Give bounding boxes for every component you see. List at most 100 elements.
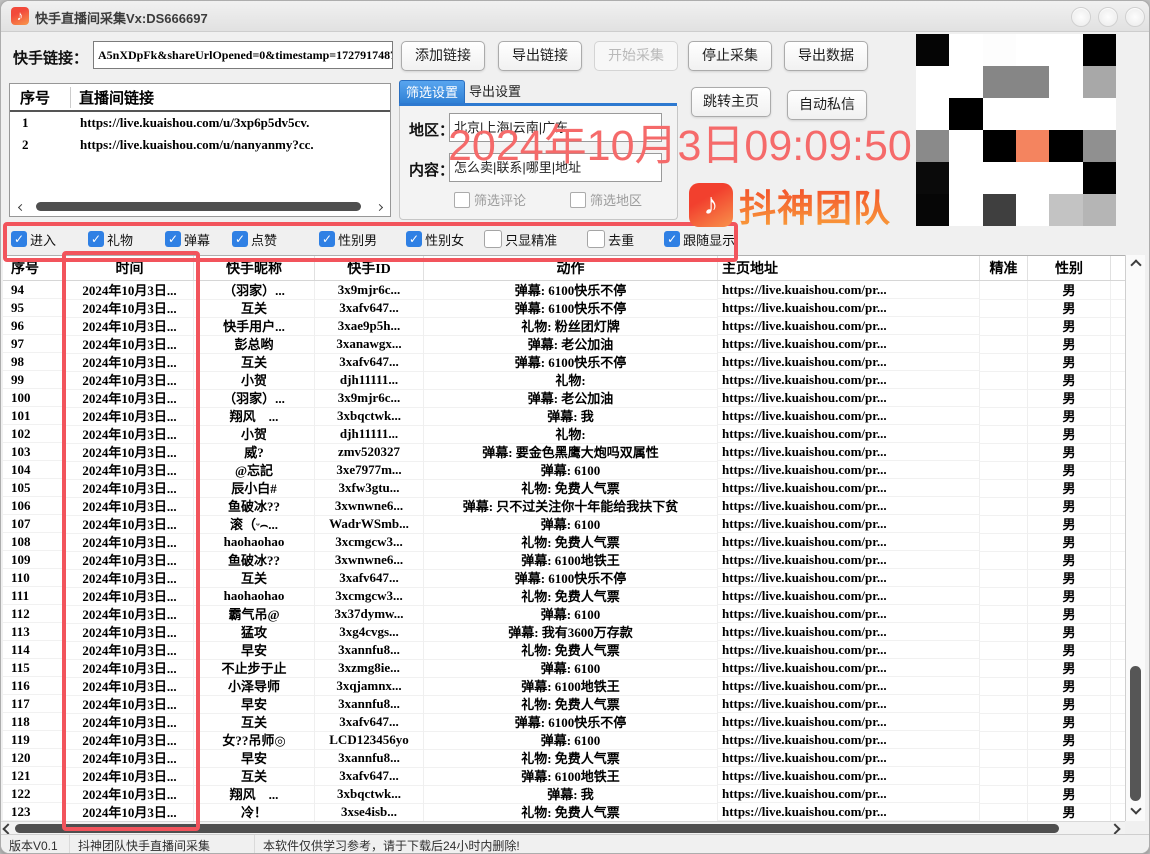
app-logo-icon: ♪ — [11, 7, 29, 25]
table-row[interactable]: 107 2024年10月3日... 滚（ᵕ⌢... WadrWSmb... 弹幕… — [3, 515, 1125, 533]
table-row[interactable]: 102 2024年10月3日... 小贺 djh11111... 礼物: htt… — [3, 425, 1125, 443]
room-link-row[interactable]: 2 https://live.kuaishou.com/u/nanyanmy?c… — [10, 134, 390, 156]
cell-precise — [980, 443, 1028, 462]
table-vscrollbar[interactable] — [1125, 255, 1145, 821]
table-row[interactable]: 96 2024年10月3日... 快手用户... 3xae9p5h... 礼物:… — [3, 317, 1125, 335]
table-row[interactable]: 109 2024年10月3日... 鱼破冰?? 3xwnwne6... 弹幕: … — [3, 551, 1125, 569]
maximize-button[interactable] — [1098, 7, 1118, 27]
cell-time: 2024年10月3日... — [66, 335, 194, 354]
table-row[interactable]: 110 2024年10月3日... 互关 3xafv647... 弹幕: 610… — [3, 569, 1125, 587]
cell-action: 弹幕: 6100地铁王 — [424, 677, 718, 696]
cell-nickname: 小贺 — [194, 371, 315, 390]
cell-seq: 123 — [3, 803, 66, 821]
toolbar-button[interactable]: 停止采集 — [688, 41, 772, 71]
table-row[interactable]: 112 2024年10月3日... 霸气吊@ 3x37dymw... 弹幕: 6… — [3, 605, 1125, 623]
cell-action: 弹幕: 老公加油 — [424, 335, 718, 354]
settings-tab[interactable]: 筛选设置 — [399, 80, 465, 104]
qr-pixel — [916, 34, 949, 66]
filter-checkbox-label: 弹幕 — [184, 230, 210, 249]
cell-precise — [980, 623, 1028, 642]
cell-homepage: https://live.kuaishou.com/pr... — [718, 479, 980, 497]
settings-tab[interactable]: 导出设置 — [463, 80, 527, 103]
table-row[interactable]: 115 2024年10月3日... 不止步于止 3xzmg8ie... 弹幕: … — [3, 659, 1125, 677]
cell-time: 2024年10月3日... — [66, 461, 194, 480]
qr-pixel — [983, 66, 1016, 98]
table-row[interactable]: 100 2024年10月3日... （羽家）... 3x9mjr6c... 弹幕… — [3, 389, 1125, 407]
panel-checkbox[interactable]: 筛选地区 — [570, 190, 642, 209]
content-input[interactable]: 怎么卖|联系|哪里|地址 — [449, 153, 662, 182]
table-row[interactable]: 97 2024年10月3日... 彭总哟 3xanawgx... 弹幕: 老公加… — [3, 335, 1125, 353]
filter-checkbox[interactable]: ✓ 去重 — [587, 230, 634, 249]
room-list-hscroll-thumb[interactable] — [36, 202, 361, 211]
cell-precise — [980, 641, 1028, 660]
cell-seq: 122 — [3, 785, 66, 803]
table-row[interactable]: 113 2024年10月3日... 猛攻 3xg4cvgs... 弹幕: 我有3… — [3, 623, 1125, 641]
close-button[interactable] — [1125, 7, 1145, 27]
toolbar-button[interactable]: 开始采集 — [594, 41, 678, 71]
table-hscrollbar[interactable] — [1, 821, 1125, 835]
filter-checkbox[interactable]: ✓ 点赞 — [232, 230, 277, 249]
toolbar-button[interactable]: 添加链接 — [401, 41, 485, 71]
table-row[interactable]: 122 2024年10月3日... 翔风 ... 3xbqctwk... 弹幕:… — [3, 785, 1125, 803]
checkbox-icon: ✓ — [319, 231, 335, 247]
table-row[interactable]: 121 2024年10月3日... 互关 3xafv647... 弹幕: 610… — [3, 767, 1125, 785]
scroll-down-icon[interactable] — [1126, 803, 1145, 815]
cell-seq: 95 — [3, 299, 66, 317]
jump-home-button[interactable]: 跳转主页 — [691, 87, 771, 117]
cell-precise — [980, 731, 1028, 750]
table-row[interactable]: 101 2024年10月3日... 翔风 ... 3xbqctwk... 弹幕:… — [3, 407, 1125, 425]
table-row[interactable]: 120 2024年10月3日... 早安 3xannfu8... 礼物: 免费人… — [3, 749, 1125, 767]
scroll-right-icon[interactable] — [374, 202, 384, 212]
cell-action: 弹幕: 要金色黑鹰大炮吗双属性 — [424, 443, 718, 462]
scroll-up-icon[interactable] — [1126, 259, 1145, 271]
filter-checkbox[interactable]: ✓ 礼物 — [88, 230, 133, 249]
filter-checkbox[interactable]: ✓ 只显精准 — [484, 230, 557, 249]
filter-checkbox[interactable]: ✓ 性别女 — [406, 230, 464, 249]
brand-logo: ♪ 抖神团队 — [689, 178, 891, 232]
scroll-left-icon[interactable] — [16, 202, 26, 212]
minimize-button[interactable] — [1071, 7, 1091, 27]
filter-checkbox[interactable]: ✓ 弹幕 — [165, 230, 210, 249]
table-row[interactable]: 119 2024年10月3日... 女??吊师◎ LCD123456yo 弹幕:… — [3, 731, 1125, 749]
kuaishou-link-input[interactable]: A5nXDpFk&shareUrlOpened=0&timestamp=1727… — [93, 41, 393, 69]
cell-time: 2024年10月3日... — [66, 371, 194, 390]
table-row[interactable]: 99 2024年10月3日... 小贺 djh11111... 礼物: http… — [3, 371, 1125, 389]
table-row[interactable]: 123 2024年10月3日... 冷！ 3xse4isb... 礼物: 免费人… — [3, 803, 1125, 821]
cell-kuaishou-id: 3xae9p5h... — [315, 317, 424, 336]
cell-action: 弹幕: 6100快乐不停 — [424, 569, 718, 588]
scroll-right-icon[interactable] — [1109, 823, 1121, 834]
table-row[interactable]: 117 2024年10月3日... 早安 3xannfu8... 礼物: 免费人… — [3, 695, 1125, 713]
auto-message-button[interactable]: 自动私信 — [787, 90, 867, 120]
room-link-row[interactable]: 1 https://live.kuaishou.com/u/3xp6p5dv5c… — [10, 112, 390, 134]
table-row[interactable]: 118 2024年10月3日... 互关 3xafv647... 弹幕: 610… — [3, 713, 1125, 731]
room-list-hscrollbar[interactable] — [14, 200, 386, 213]
qr-pixel — [1016, 34, 1049, 66]
cell-kuaishou-id: 3xzmg8ie... — [315, 659, 424, 678]
table-hscroll-thumb[interactable] — [15, 824, 1059, 833]
filter-checkbox[interactable]: ✓ 性别男 — [319, 230, 377, 249]
toolbar-button[interactable]: 导出链接 — [498, 41, 582, 71]
table-row[interactable]: 111 2024年10月3日... haohaohao 3xcmgcw3... … — [3, 587, 1125, 605]
table-row[interactable]: 105 2024年10月3日... 辰小白# 3xfw3gtu... 礼物: 免… — [3, 479, 1125, 497]
table-row[interactable]: 104 2024年10月3日... @忘記 3xe7977m... 弹幕: 61… — [3, 461, 1125, 479]
filter-checkbox[interactable]: ✓ 进入 — [11, 230, 56, 249]
scroll-left-icon[interactable] — [2, 823, 14, 834]
filter-checkbox[interactable]: ✓ 跟随显示 — [664, 230, 735, 249]
table-row[interactable]: 95 2024年10月3日... 互关 3xafv647... 弹幕: 6100… — [3, 299, 1125, 317]
region-input[interactable]: 北京|上海|云南|广东 — [449, 113, 662, 142]
panel-checkbox[interactable]: 筛选评论 — [454, 190, 526, 209]
table-row[interactable]: 114 2024年10月3日... 早安 3xannfu8... 礼物: 免费人… — [3, 641, 1125, 659]
table-row[interactable]: 98 2024年10月3日... 互关 3xafv647... 弹幕: 6100… — [3, 353, 1125, 371]
table-vscroll-thumb[interactable] — [1130, 666, 1141, 801]
table-row[interactable]: 103 2024年10月3日... 威? zmv520327 弹幕: 要金色黑鹰… — [3, 443, 1125, 461]
checkbox-icon: ✓ — [484, 230, 502, 248]
table-row[interactable]: 106 2024年10月3日... 鱼破冰?? 3xwnwne6... 弹幕: … — [3, 497, 1125, 515]
table-row[interactable]: 116 2024年10月3日... 小泽导师 3xqjamnx... 弹幕: 6… — [3, 677, 1125, 695]
cell-seq: 108 — [3, 533, 66, 551]
toolbar-button[interactable]: 导出数据 — [784, 41, 868, 71]
qr-pixel — [983, 98, 1016, 130]
cell-seq: 101 — [3, 407, 66, 425]
cell-kuaishou-id: 3xafv647... — [315, 767, 424, 786]
table-row[interactable]: 94 2024年10月3日... （羽家）... 3x9mjr6c... 弹幕:… — [3, 281, 1125, 299]
table-row[interactable]: 108 2024年10月3日... haohaohao 3xcmgcw3... … — [3, 533, 1125, 551]
